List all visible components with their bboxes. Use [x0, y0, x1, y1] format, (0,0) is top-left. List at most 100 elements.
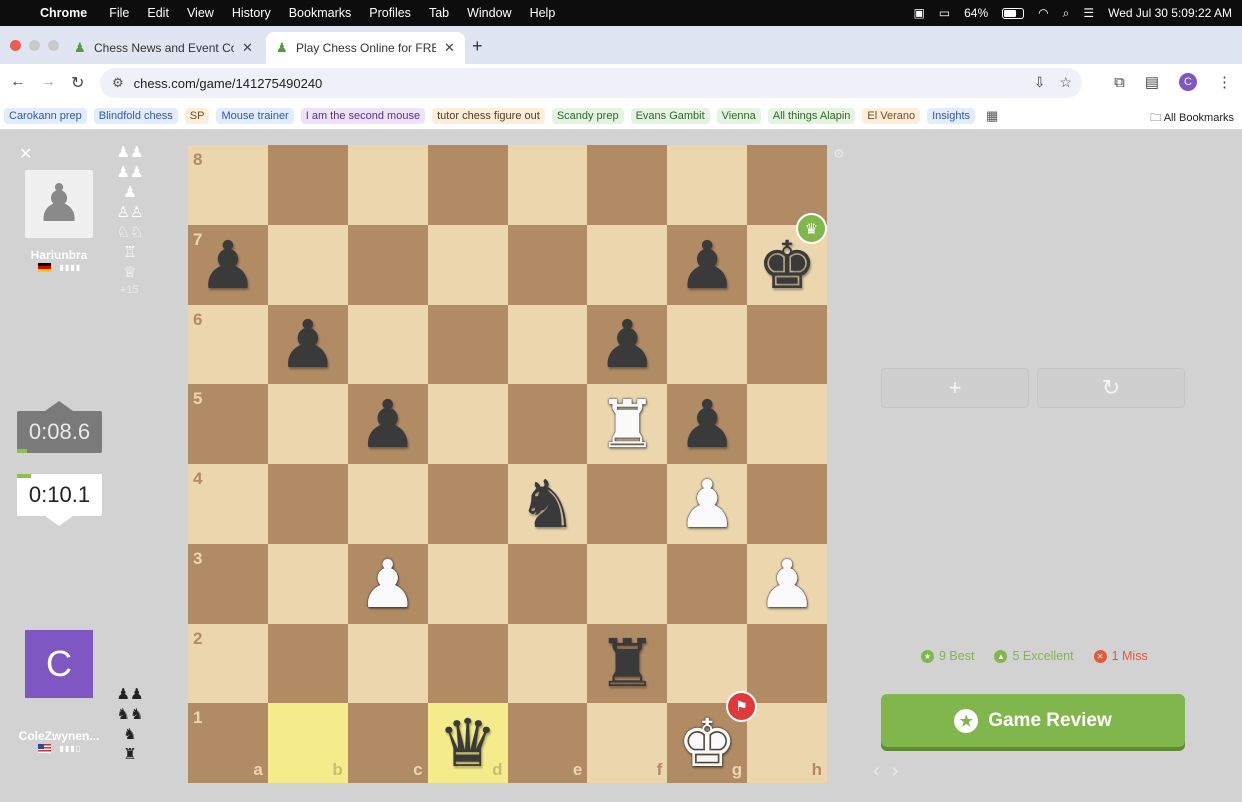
square-b7[interactable]: [267, 224, 348, 305]
square-e7[interactable]: [507, 224, 588, 305]
new-tab-button[interactable]: +: [472, 36, 483, 57]
square-a6[interactable]: 6: [188, 304, 268, 385]
menu-help[interactable]: Help: [530, 6, 556, 20]
square-f8[interactable]: [587, 145, 668, 225]
square-d2[interactable]: [427, 623, 508, 704]
menu-edit[interactable]: Edit: [147, 6, 169, 20]
square-c1[interactable]: c: [347, 703, 428, 783]
tab-chess-news[interactable]: ♟ Chess News and Event Cover ✕: [64, 32, 263, 64]
stat-excellent[interactable]: ▲ 5 Excellent: [994, 649, 1074, 663]
bookmark-star-icon[interactable]: ☆: [1059, 74, 1072, 91]
square-e4[interactable]: ♞: [507, 464, 588, 544]
forward-arrow-icon[interactable]: →: [40, 73, 56, 91]
bookmark-vienna[interactable]: Vienna: [716, 107, 761, 124]
menu-profiles[interactable]: Profiles: [369, 6, 411, 20]
extensions-icon[interactable]: ⧉: [1114, 74, 1125, 91]
square-d3[interactable]: [427, 543, 508, 624]
player-avatar[interactable]: C: [25, 630, 93, 698]
square-d5[interactable]: [427, 384, 508, 464]
square-c3[interactable]: ♟: [347, 543, 428, 624]
square-a3[interactable]: 3: [188, 543, 268, 624]
black-rook-icon[interactable]: ♜: [598, 630, 657, 696]
bookmark-insights[interactable]: Insights: [927, 107, 976, 124]
stat-miss[interactable]: ✕ 1 Miss: [1093, 649, 1148, 663]
square-b5[interactable]: [267, 384, 348, 464]
square-f7[interactable]: [587, 224, 668, 305]
square-h6[interactable]: [747, 304, 827, 385]
opponent-avatar[interactable]: ♟: [25, 170, 93, 238]
rematch-button[interactable]: ↻: [1037, 368, 1185, 408]
display-icon[interactable]: ▭: [939, 6, 950, 20]
square-a8[interactable]: 8: [188, 145, 268, 225]
zoom-window-button[interactable]: [48, 40, 59, 51]
menu-app-name[interactable]: Chrome: [40, 6, 87, 20]
black-pawn-icon[interactable]: ♟: [358, 391, 417, 457]
square-c5[interactable]: ♟: [347, 384, 428, 464]
square-e1[interactable]: e: [507, 703, 588, 783]
site-settings-icon[interactable]: ⚙: [112, 75, 124, 91]
install-app-icon[interactable]: ⇩: [1034, 74, 1046, 91]
game-review-button[interactable]: ★ Game Review: [881, 694, 1185, 747]
spotlight-icon[interactable]: ⌕: [1063, 6, 1070, 21]
square-h2[interactable]: [747, 623, 827, 704]
player-name[interactable]: ColeZwynen...: [0, 729, 118, 743]
previous-move-icon[interactable]: ‹: [873, 760, 880, 783]
square-d8[interactable]: [427, 145, 508, 225]
wifi-icon[interactable]: ◠: [1038, 6, 1048, 20]
black-pawn-icon[interactable]: ♟: [678, 391, 737, 457]
bookmark-tutor-chess[interactable]: tutor chess figure out: [432, 107, 545, 124]
square-g4[interactable]: ♟: [667, 464, 748, 544]
square-b3[interactable]: [267, 543, 348, 624]
square-h4[interactable]: [747, 464, 827, 544]
square-g3[interactable]: [667, 543, 748, 624]
bookmark-carokann-prep[interactable]: Carokann prep: [4, 107, 87, 124]
menu-file[interactable]: File: [109, 6, 129, 20]
square-b2[interactable]: [267, 623, 348, 704]
side-panel-icon[interactable]: ▤: [1145, 73, 1159, 91]
square-g5[interactable]: ♟: [667, 384, 748, 464]
square-f5[interactable]: ♜: [587, 384, 668, 464]
reload-icon[interactable]: ↻: [71, 73, 84, 93]
square-a1[interactable]: 1a: [188, 703, 268, 783]
black-queen-icon[interactable]: ♛: [438, 710, 497, 776]
square-f2[interactable]: ♜: [587, 623, 668, 704]
square-f4[interactable]: [587, 464, 668, 544]
square-e3[interactable]: [507, 543, 588, 624]
black-knight-icon[interactable]: ♞: [518, 471, 577, 537]
square-c4[interactable]: [347, 464, 428, 544]
square-e8[interactable]: [507, 145, 588, 225]
menu-history[interactable]: History: [232, 6, 271, 20]
menubar-clock[interactable]: Wed Jul 30 5:09:22 AM: [1108, 6, 1232, 20]
next-move-icon[interactable]: ›: [892, 760, 899, 783]
white-pawn-icon[interactable]: ♟: [757, 551, 816, 617]
square-e2[interactable]: [507, 623, 588, 704]
minimize-window-button[interactable]: [29, 40, 40, 51]
apps-grid-icon[interactable]: ▦: [986, 108, 998, 124]
board-settings-gear-icon[interactable]: ⚙: [833, 146, 845, 162]
square-a7[interactable]: 7 ♟: [188, 224, 268, 305]
stat-best[interactable]: ★ 9 Best: [921, 649, 974, 663]
new-game-button[interactable]: +: [881, 368, 1029, 408]
screen-record-icon[interactable]: ▣: [913, 6, 924, 20]
bookmark-blindfold-chess[interactable]: Blindfold chess: [93, 107, 178, 124]
close-tab-icon[interactable]: ✕: [444, 40, 455, 56]
black-pawn-icon[interactable]: ♟: [598, 311, 657, 377]
bookmark-el-verano[interactable]: El Verano: [862, 107, 921, 124]
all-bookmarks-folder[interactable]: 🗀 All Bookmarks: [1150, 109, 1234, 128]
menu-tab[interactable]: Tab: [429, 6, 449, 20]
white-king-icon[interactable]: ♚: [678, 710, 737, 776]
square-b1[interactable]: b: [267, 703, 348, 783]
bookmark-sp[interactable]: SP: [184, 107, 210, 124]
square-a2[interactable]: 2: [188, 623, 268, 704]
bookmark-evans-gambit[interactable]: Evans Gambit: [630, 107, 710, 124]
profile-avatar[interactable]: C: [1179, 73, 1197, 91]
square-c8[interactable]: [347, 145, 428, 225]
bookmark-mouse-trainer[interactable]: Mouse trainer: [216, 107, 294, 124]
square-d1[interactable]: d ♛: [427, 703, 508, 783]
square-g6[interactable]: [667, 304, 748, 385]
square-a4[interactable]: 4: [188, 464, 268, 544]
address-bar[interactable]: ⚙ chess.com/game/141275490240 ⇩ ☆: [100, 68, 1082, 98]
square-c2[interactable]: [347, 623, 428, 704]
square-g8[interactable]: [667, 145, 748, 225]
battery-icon[interactable]: [1002, 7, 1025, 19]
